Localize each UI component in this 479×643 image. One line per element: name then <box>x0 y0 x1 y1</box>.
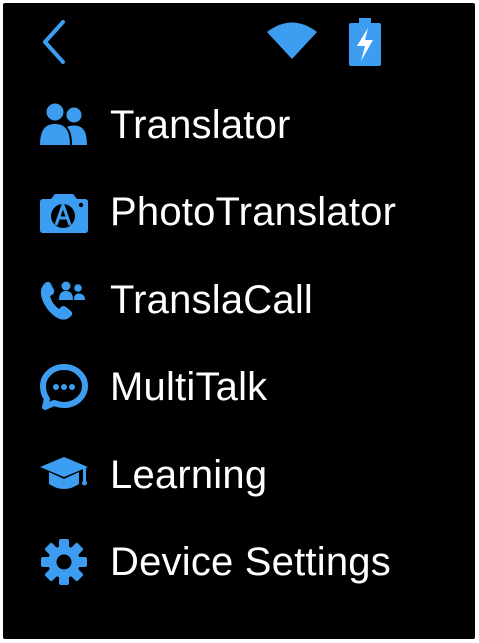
menu-item-device-settings[interactable]: Device Settings <box>3 519 475 607</box>
wifi-icon <box>267 22 317 59</box>
phone-people-icon <box>37 273 91 327</box>
gear-icon <box>37 535 91 589</box>
graduation-cap-icon <box>37 448 91 502</box>
menu-item-label: Translator <box>110 102 291 147</box>
camera-translate-icon <box>37 185 91 239</box>
device-screen: Translator PhotoTranslator TranslaCall M… <box>3 3 475 639</box>
chat-bubble-icon <box>37 360 91 414</box>
back-button[interactable] <box>31 17 77 67</box>
battery-charging-icon <box>349 18 381 66</box>
menu-item-learning[interactable]: Learning <box>3 431 475 519</box>
menu-item-multitalk[interactable]: MultiTalk <box>3 344 475 432</box>
menu-item-label: MultiTalk <box>110 365 268 410</box>
people-icon <box>37 98 91 152</box>
chevron-left-icon <box>43 20 65 64</box>
menu-item-translacall[interactable]: TranslaCall <box>3 256 475 344</box>
menu-item-translator[interactable]: Translator <box>3 81 475 169</box>
menu-item-label: Device Settings <box>110 540 391 585</box>
menu-item-phototranslator[interactable]: PhotoTranslator <box>3 169 475 257</box>
main-menu: Translator PhotoTranslator TranslaCall M… <box>3 81 475 606</box>
menu-item-label: TranslaCall <box>110 277 314 322</box>
menu-item-label: PhotoTranslator <box>110 190 397 235</box>
status-bar <box>3 3 475 73</box>
menu-item-label: Learning <box>110 452 268 497</box>
